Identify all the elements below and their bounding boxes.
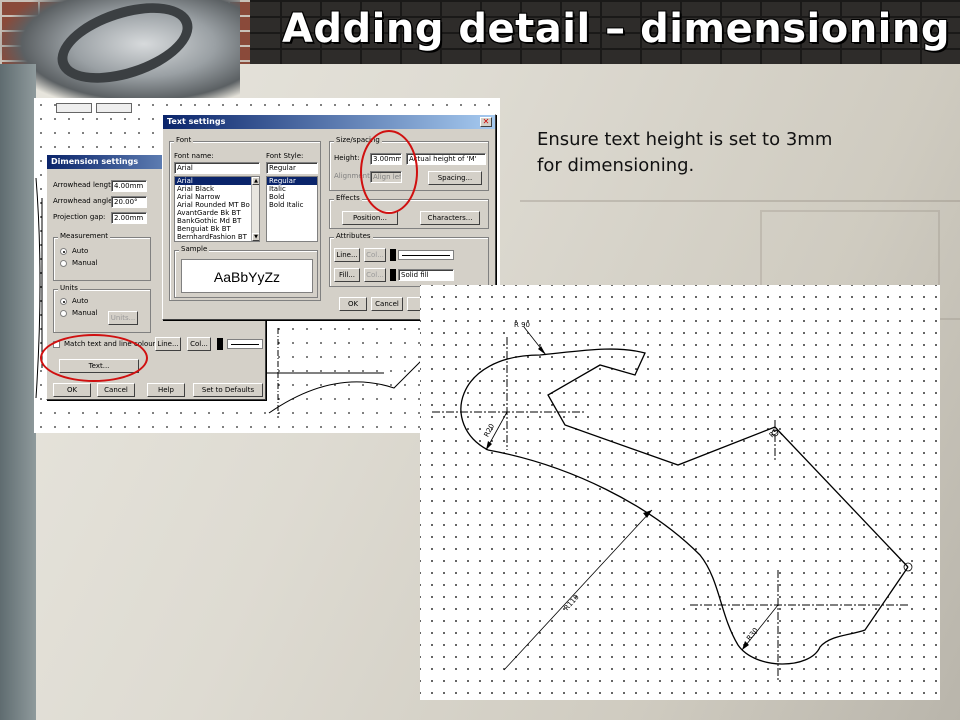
attributes-group: Attributes Line... Col... Fill... Col...… [329, 232, 489, 287]
desk-edge [0, 64, 36, 720]
units-group-label: Units [58, 284, 80, 292]
attr-line-swatch [390, 249, 396, 261]
dimension-line-button[interactable]: Line... [155, 337, 181, 351]
font-list-item[interactable]: BankGothic Md BT [175, 217, 259, 225]
slide-title: Adding detail – dimensioning [281, 6, 950, 52]
dim-label-r110: R110 [563, 593, 581, 612]
font-list-item[interactable]: BernhardFashion BT [175, 233, 259, 241]
font-list-scrollbar[interactable]: ▲ ▼ [251, 177, 259, 241]
attributes-group-label: Attributes [334, 232, 373, 240]
arrowhead-length-field[interactable]: 4.00mm [111, 180, 147, 192]
instruction-text: Ensure text height is set to 3mm for dim… [537, 127, 937, 179]
text-button-highlight-ring [40, 334, 148, 382]
close-icon[interactable]: ✕ [480, 117, 492, 127]
characters-button[interactable]: Characters... [420, 211, 480, 225]
effects-group-label: Effects [334, 194, 362, 202]
instruction-line-1: Ensure text height is set to 3mm [537, 129, 833, 150]
dimensioned-drawing: R 90 R20 R110 R30 R5 [420, 285, 940, 700]
units-auto-radio[interactable] [60, 298, 67, 305]
font-style-field[interactable]: Regular [266, 162, 318, 174]
attr-fill-col-button[interactable]: Col... [364, 268, 386, 282]
dim-label-r90: R 90 [514, 321, 530, 329]
units-manual-label: Manual [72, 309, 98, 317]
dimension-line-preview [227, 339, 263, 349]
dimension-col-button[interactable]: Col... [187, 337, 211, 351]
dimension-colour-swatch [217, 338, 223, 350]
measurement-auto-label: Auto [72, 247, 89, 255]
font-list-item[interactable]: Arial Black [175, 185, 259, 193]
measurement-group-label: Measurement [58, 232, 111, 240]
units-manual-radio[interactable] [60, 310, 67, 317]
font-style-label: Font Style: [266, 152, 304, 160]
attr-col-button[interactable]: Col... [364, 248, 386, 262]
spacing-button[interactable]: Spacing... [428, 171, 482, 185]
measurement-auto-radio[interactable] [60, 248, 67, 255]
dimension-cancel-button[interactable]: Cancel [97, 383, 135, 397]
height-mode-select[interactable]: Actual height of 'M' [406, 153, 486, 165]
dimension-help-button[interactable]: Help [147, 383, 185, 397]
dim-label-r30: R30 [745, 626, 760, 642]
height-highlight-ring [360, 130, 418, 214]
height-label: Height: [334, 154, 360, 162]
arrowhead-length-label: Arrowhead length: [53, 181, 118, 189]
units-button[interactable]: Units... [108, 311, 138, 325]
text-ok-button[interactable]: OK [339, 297, 367, 311]
measurement-manual-label: Manual [72, 259, 98, 267]
scroll-up-icon[interactable]: ▲ [252, 177, 259, 185]
sample-group-label: Sample [179, 245, 210, 253]
attr-line-button[interactable]: Line... [334, 248, 360, 262]
arrowhead-angle-field[interactable]: 20.00° [111, 196, 147, 208]
arrowhead-angle-label: Arrowhead angle: [53, 197, 115, 205]
font-name-list[interactable]: Arial Arial Black Arial Narrow Arial Rou… [174, 176, 260, 242]
font-list-item[interactable]: Benguiat Bk BT [175, 225, 259, 233]
text-cancel-button[interactable]: Cancel [371, 297, 403, 311]
style-list-item[interactable]: Bold [267, 193, 317, 201]
set-defaults-button[interactable]: Set to Defaults [193, 383, 263, 397]
style-list-item[interactable]: Italic [267, 185, 317, 193]
font-name-field[interactable]: Arial [174, 162, 260, 174]
font-list-item[interactable]: Arial Narrow [175, 193, 259, 201]
sample-text: AaBbYyZz [213, 269, 281, 285]
fill-type-field[interactable]: Solid fill [398, 269, 454, 281]
font-group-label: Font [174, 136, 194, 144]
projection-gap-field[interactable]: 2.00mm [111, 212, 147, 224]
font-list-item[interactable]: Arial Rounded MT Bo [175, 201, 259, 209]
sample-group: Sample AaBbYyZz [174, 245, 318, 298]
font-name-label: Font name: [174, 152, 214, 160]
drawing-canvas: R 90 R20 R110 R30 R5 [432, 321, 913, 680]
attr-line-preview [398, 250, 454, 260]
attr-fill-swatch [390, 269, 396, 281]
slide: Adding detail – dimensioning Ensure text… [0, 0, 960, 720]
instruction-line-2: for dimensioning. [537, 155, 695, 176]
dimension-ok-button[interactable]: OK [53, 383, 91, 397]
sample-preview: AaBbYyZz [181, 259, 313, 293]
measurement-manual-radio[interactable] [60, 260, 67, 267]
scroll-down-icon[interactable]: ▼ [252, 233, 259, 241]
text-settings-title: Text settings [163, 115, 495, 129]
style-list-item[interactable]: Bold Italic [267, 201, 317, 209]
projection-gap-label: Projection gap: [53, 213, 106, 221]
font-list-item[interactable]: Arial [175, 177, 259, 185]
font-group: Font Font name: Arial Arial Arial Black … [169, 136, 321, 301]
measurement-group: Measurement Auto Manual [53, 232, 151, 281]
effects-group: Effects Position... Characters... [329, 194, 489, 229]
style-list-item[interactable]: Regular [267, 177, 317, 185]
units-group: Units Auto Manual Units... [53, 284, 151, 333]
font-style-list[interactable]: Regular Italic Bold Bold Italic [266, 176, 318, 242]
attr-fill-button[interactable]: Fill... [334, 268, 360, 282]
font-list-item[interactable]: AvantGarde Bk BT [175, 209, 259, 217]
units-auto-label: Auto [72, 297, 89, 305]
